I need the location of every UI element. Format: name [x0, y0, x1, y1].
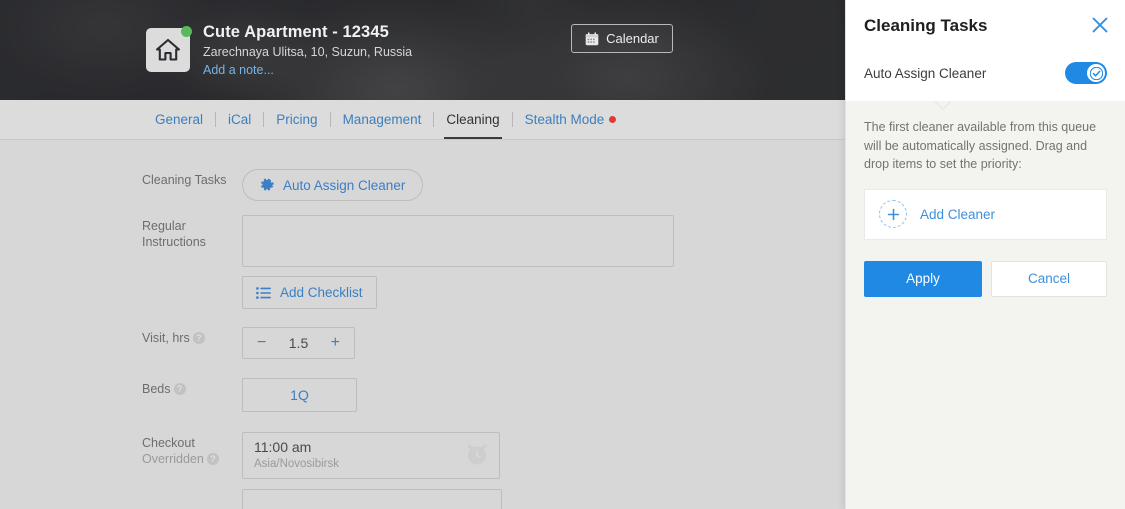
help-icon[interactable]: ?: [173, 383, 186, 395]
check-icon: [1089, 66, 1103, 80]
visit-hrs-label-text: Visit, hrs: [142, 331, 190, 345]
main-content-dimmed: Cute Apartment - 12345 Zarechnaya Ulitsa…: [0, 0, 845, 509]
app-root: Cute Apartment - 12345 Zarechnaya Ulitsa…: [0, 0, 1125, 509]
beds-label-text: Beds: [142, 382, 171, 396]
help-icon[interactable]: ?: [206, 452, 219, 465]
auto-assign-toggle-label: Auto Assign Cleaner: [864, 65, 987, 81]
stealth-mode-red-dot: [609, 115, 617, 123]
calendar-button[interactable]: Calendar: [571, 24, 673, 53]
auto-assign-cleaner-label: Auto Assign Cleaner: [283, 177, 406, 193]
close-icon[interactable]: [1091, 16, 1109, 34]
panel-tooltip-notch: [935, 101, 951, 109]
checkout-sublabel: Overridden?: [142, 452, 242, 468]
next-field-partial[interactable]: [242, 489, 502, 509]
tab-stealth-mode-label: Stealth Mode: [524, 111, 605, 127]
plus-icon: [879, 200, 907, 228]
calendar-icon: [585, 31, 599, 46]
add-checklist-button[interactable]: Add Checklist: [242, 276, 377, 309]
calendar-button-label: Calendar: [606, 31, 659, 46]
auto-assign-cleaner-button[interactable]: Auto Assign Cleaner: [242, 169, 424, 201]
tab-stealth-mode[interactable]: Stealth Mode: [513, 101, 629, 139]
online-green-dot: [181, 26, 192, 37]
list-icon: [256, 286, 271, 299]
auto-assign-toggle-row: Auto Assign Cleaner: [864, 62, 1107, 84]
auto-assign-toggle[interactable]: [1065, 62, 1107, 84]
tab-bar: General iCal Pricing Management Cleaning…: [0, 100, 845, 140]
field-row-regular-instructions: Regular Instructions Add Checklist: [0, 215, 845, 309]
gear-icon: [260, 178, 275, 193]
alarm-clock-icon: [464, 441, 490, 472]
tab-management[interactable]: Management: [331, 101, 434, 139]
cleaning-tasks-label: Cleaning Tasks: [142, 173, 227, 187]
cleaning-form: Cleaning Tasks Auto Assign Cleaner Regul…: [0, 140, 845, 509]
field-row-visit-hrs: Visit, hrs? − 1.5 +: [0, 327, 845, 359]
regular-instructions-label-text: Regular Instructions: [142, 219, 206, 249]
add-cleaner-label: Add Cleaner: [920, 206, 996, 222]
visit-hrs-label: Visit, hrs?: [142, 327, 242, 347]
toggle-knob: [1087, 64, 1105, 82]
panel-title: Cleaning Tasks: [864, 16, 988, 35]
apply-button[interactable]: Apply: [864, 260, 982, 297]
property-address: Zarechnaya Ulitsa, 10, Suzun, Russia: [203, 44, 413, 59]
tab-pricing[interactable]: Pricing: [264, 101, 329, 139]
field-row-beds: Beds? 1Q: [0, 378, 845, 412]
checkout-time-value: 11:00 am: [254, 439, 312, 455]
property-header: Cute Apartment - 12345 Zarechnaya Ulitsa…: [0, 0, 845, 100]
tab-cleaning[interactable]: Cleaning: [434, 101, 511, 139]
cleaning-tasks-panel: Cleaning Tasks Auto Assign Cleaner The f…: [845, 0, 1125, 509]
property-avatar: [146, 26, 192, 72]
regular-instructions-label: Regular Instructions: [142, 215, 242, 250]
add-cleaner-button[interactable]: Add Cleaner: [864, 188, 1107, 240]
stepper-decrement-button[interactable]: −: [257, 334, 266, 352]
beds-selector[interactable]: 1Q: [242, 378, 357, 412]
checkout-sublabel-text: Overridden: [142, 451, 204, 466]
panel-action-buttons: Apply Cancel: [864, 260, 1107, 297]
panel-header: Cleaning Tasks Auto Assign Cleaner: [846, 0, 1125, 101]
panel-description: The first cleaner available from this qu…: [864, 120, 1097, 171]
checkout-label-text: Checkout: [142, 436, 195, 450]
beds-label: Beds?: [142, 378, 242, 398]
help-icon[interactable]: ?: [192, 332, 205, 344]
visit-hrs-stepper[interactable]: − 1.5 +: [242, 327, 355, 359]
add-checklist-label: Add Checklist: [280, 285, 363, 300]
tab-ical[interactable]: iCal: [216, 101, 263, 139]
field-row-checkout: Checkout Overridden? 11:00 am Asia/Novos…: [0, 432, 845, 509]
checkout-time-field[interactable]: 11:00 am Asia/Novosibirsk: [242, 432, 500, 479]
checkout-label: Checkout Overridden?: [142, 432, 242, 467]
visit-hrs-value: 1.5: [288, 335, 309, 351]
stepper-increment-button[interactable]: +: [331, 334, 340, 352]
field-row-cleaning-tasks: Cleaning Tasks Auto Assign Cleaner: [0, 169, 845, 201]
panel-body: The first cleaner available from this qu…: [846, 101, 1125, 297]
cancel-button[interactable]: Cancel: [990, 260, 1107, 297]
regular-instructions-input[interactable]: [242, 215, 674, 267]
page-title: Cute Apartment - 12345: [203, 22, 389, 41]
tab-general[interactable]: General: [143, 101, 215, 139]
checkout-timezone: Asia/Novosibirsk: [254, 458, 339, 470]
add-note-link[interactable]: Add a note...: [203, 63, 412, 78]
